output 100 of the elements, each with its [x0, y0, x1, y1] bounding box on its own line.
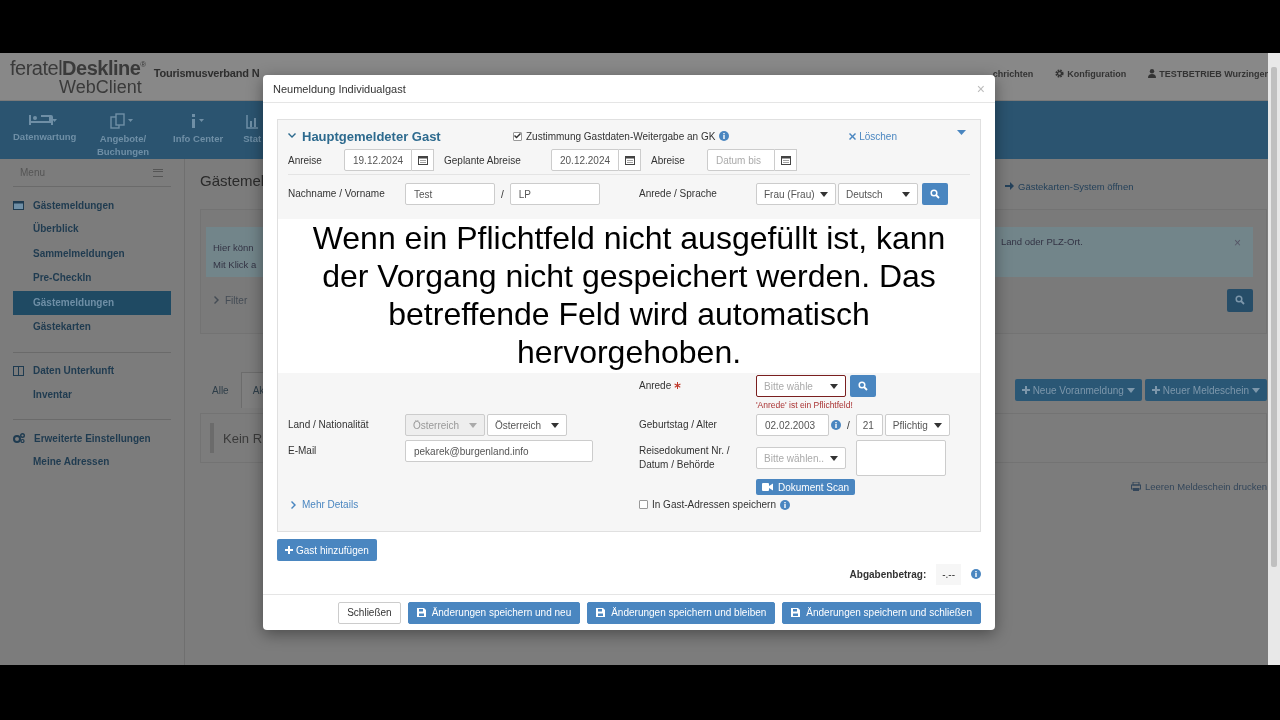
add-guest-button[interactable]: Gast hinzufügen — [277, 539, 377, 561]
header-link[interactable]: TESTBETRIEB Wurzinger — [1148, 68, 1268, 79]
calendar-button[interactable] — [619, 149, 641, 171]
sidebar-item[interactable]: Meine Adressen — [13, 450, 171, 475]
gears-icon — [13, 433, 25, 443]
text-field[interactable]: pekarek@burgenland.info — [405, 440, 593, 462]
date-field[interactable]: Datum bis — [707, 149, 775, 171]
dropdown[interactable]: Bitte wähle — [756, 375, 846, 397]
card-system-link[interactable]: Gästekarten-System öffnen — [995, 164, 1267, 192]
documents-icon — [110, 113, 136, 129]
more-details-link[interactable]: Mehr Details — [302, 499, 359, 510]
search-button[interactable] — [922, 183, 948, 205]
fee-label: Abgabenbetrag: — [849, 568, 927, 580]
caret-icon — [830, 383, 838, 389]
dropdown[interactable]: Deutsch — [838, 183, 918, 205]
caret-icon — [902, 191, 910, 197]
sidebar-item[interactable]: Überblick — [13, 217, 171, 242]
logo-subtitle: WebClient — [59, 77, 142, 96]
close-button[interactable]: × — [1234, 236, 1241, 250]
plus-icon — [285, 546, 293, 554]
calendar-button[interactable] — [775, 149, 797, 171]
sidebar-item[interactable]: Pre-CheckIn — [13, 266, 171, 291]
dropdown[interactable]: Frau (Frau) — [756, 183, 836, 205]
info-icon — [831, 420, 841, 430]
text-field[interactable]: Test — [405, 183, 495, 205]
nav-item[interactable]: Angebote/ Buchungen — [93, 133, 153, 159]
info-icon — [719, 131, 730, 141]
close-icon — [849, 132, 857, 140]
page-title: Gästemel — [200, 171, 263, 191]
sidebar-item[interactable]: Gästemeldungen — [13, 290, 171, 315]
search-icon — [1235, 295, 1245, 305]
caret-icon[interactable] — [957, 129, 966, 135]
delete-link[interactable]: Löschen — [849, 130, 897, 142]
info-icon — [971, 569, 981, 579]
dropdown[interactable]: Pflichtig — [884, 414, 950, 436]
sidebar-item[interactable]: Gästekarten — [13, 315, 171, 340]
close-button[interactable]: × — [976, 80, 985, 97]
dialog-title: Neumeldung Individualgast — [273, 82, 406, 95]
field-label: E-Mail — [288, 444, 317, 458]
caret-icon — [551, 422, 559, 428]
chart-icon — [246, 113, 259, 129]
print-link[interactable]: Leeren Meldeschein drucken — [995, 481, 1267, 492]
window-icon — [13, 200, 24, 210]
save-button[interactable]: Änderungen speichern und bleiben — [587, 601, 776, 624]
field-label: Land / Nationalität — [288, 418, 369, 432]
calendar-icon — [780, 155, 791, 165]
tab[interactable]: Alle — [200, 372, 241, 408]
search-button[interactable] — [1227, 288, 1253, 312]
new-entry-button[interactable]: Neuer Meldeschein — [1144, 379, 1267, 401]
bed-icon — [29, 113, 57, 127]
caret-icon — [820, 191, 828, 197]
field-label: Reisedokument Nr. / Datum / Behörde — [639, 444, 731, 472]
search-button[interactable] — [850, 375, 876, 397]
text-field[interactable]: 21 — [855, 414, 883, 436]
chevron-icon — [214, 296, 219, 304]
checkbox[interactable] — [639, 500, 648, 509]
user-icon — [1148, 69, 1157, 78]
calendar-button[interactable] — [412, 149, 434, 171]
scrollbar[interactable] — [1268, 53, 1280, 665]
logo-text: feratelDeskline$^{®}$ — [10, 57, 146, 78]
text-field[interactable]: LP — [509, 183, 600, 205]
sidebar-group: Erweiterte Einstellungen — [34, 432, 151, 444]
scan-button[interactable]: Dokument Scan — [756, 479, 856, 495]
caret-icon — [469, 422, 477, 428]
field-label: Geburtstag / Alter — [639, 418, 717, 432]
save-button[interactable]: Änderungen speichern und schließen — [782, 601, 981, 624]
dropdown[interactable]: Bitte wählen.. — [756, 447, 846, 469]
gear-icon — [1055, 69, 1065, 78]
header-link[interactable]: chrichten — [992, 68, 1034, 79]
video-caption: Wenn ein Pflichtfeld nicht ausgefüllt ist, kann der Vorgang nicht gespeichert werden. Das betreffende Feld wird automatisch hervorgehoben. — [278, 219, 980, 373]
info-text: Land oder PLZ-Ort. — [1001, 236, 1083, 247]
sidebar-item[interactable]: Inventar — [13, 382, 171, 407]
field-label: Abreise — [651, 154, 686, 166]
info-icon — [190, 113, 207, 129]
sidebar-item[interactable]: Sammelmeldungen — [13, 241, 171, 266]
save-button[interactable]: Änderungen speichern und neu — [407, 601, 581, 624]
new-entry-button[interactable]: Neue Voranmeldung — [1014, 379, 1142, 401]
checkbox[interactable] — [513, 131, 522, 141]
close-dialog-button[interactable]: Schließen — [338, 601, 401, 624]
nav-item[interactable]: Stat — [243, 133, 262, 146]
plus-icon — [1021, 386, 1030, 394]
info-icon — [779, 499, 790, 510]
search-icon — [858, 381, 868, 391]
fee-value: -.-- — [936, 563, 961, 585]
date-field[interactable]: 20.12.2024 — [551, 149, 619, 171]
section-heading: Hauptgemeldeter Gast — [302, 128, 441, 144]
separator-text: / — [846, 419, 851, 431]
dropdown[interactable]: Österreich — [487, 414, 567, 436]
field-label: Anrede — [639, 379, 672, 393]
text-field[interactable]: 02.02.2003 — [756, 414, 829, 436]
nav-item[interactable]: Info Center — [173, 133, 224, 146]
header-link[interactable]: Konfiguration — [1055, 68, 1127, 79]
checkbox-label: Zustimmung Gastdaten-Weitergabe an GK — [526, 130, 716, 142]
date-field[interactable]: 19.12.2024 — [344, 149, 412, 171]
field-label: Anrede / Sprache — [639, 187, 717, 201]
chevron-icon — [291, 500, 296, 509]
separator-text: / — [500, 188, 505, 200]
calendar-icon — [624, 155, 635, 165]
sidebar-group: Daten Unterkunft — [33, 365, 115, 376]
error-message: 'Anrede' ist ein Pflichtfeld! — [756, 400, 854, 410]
